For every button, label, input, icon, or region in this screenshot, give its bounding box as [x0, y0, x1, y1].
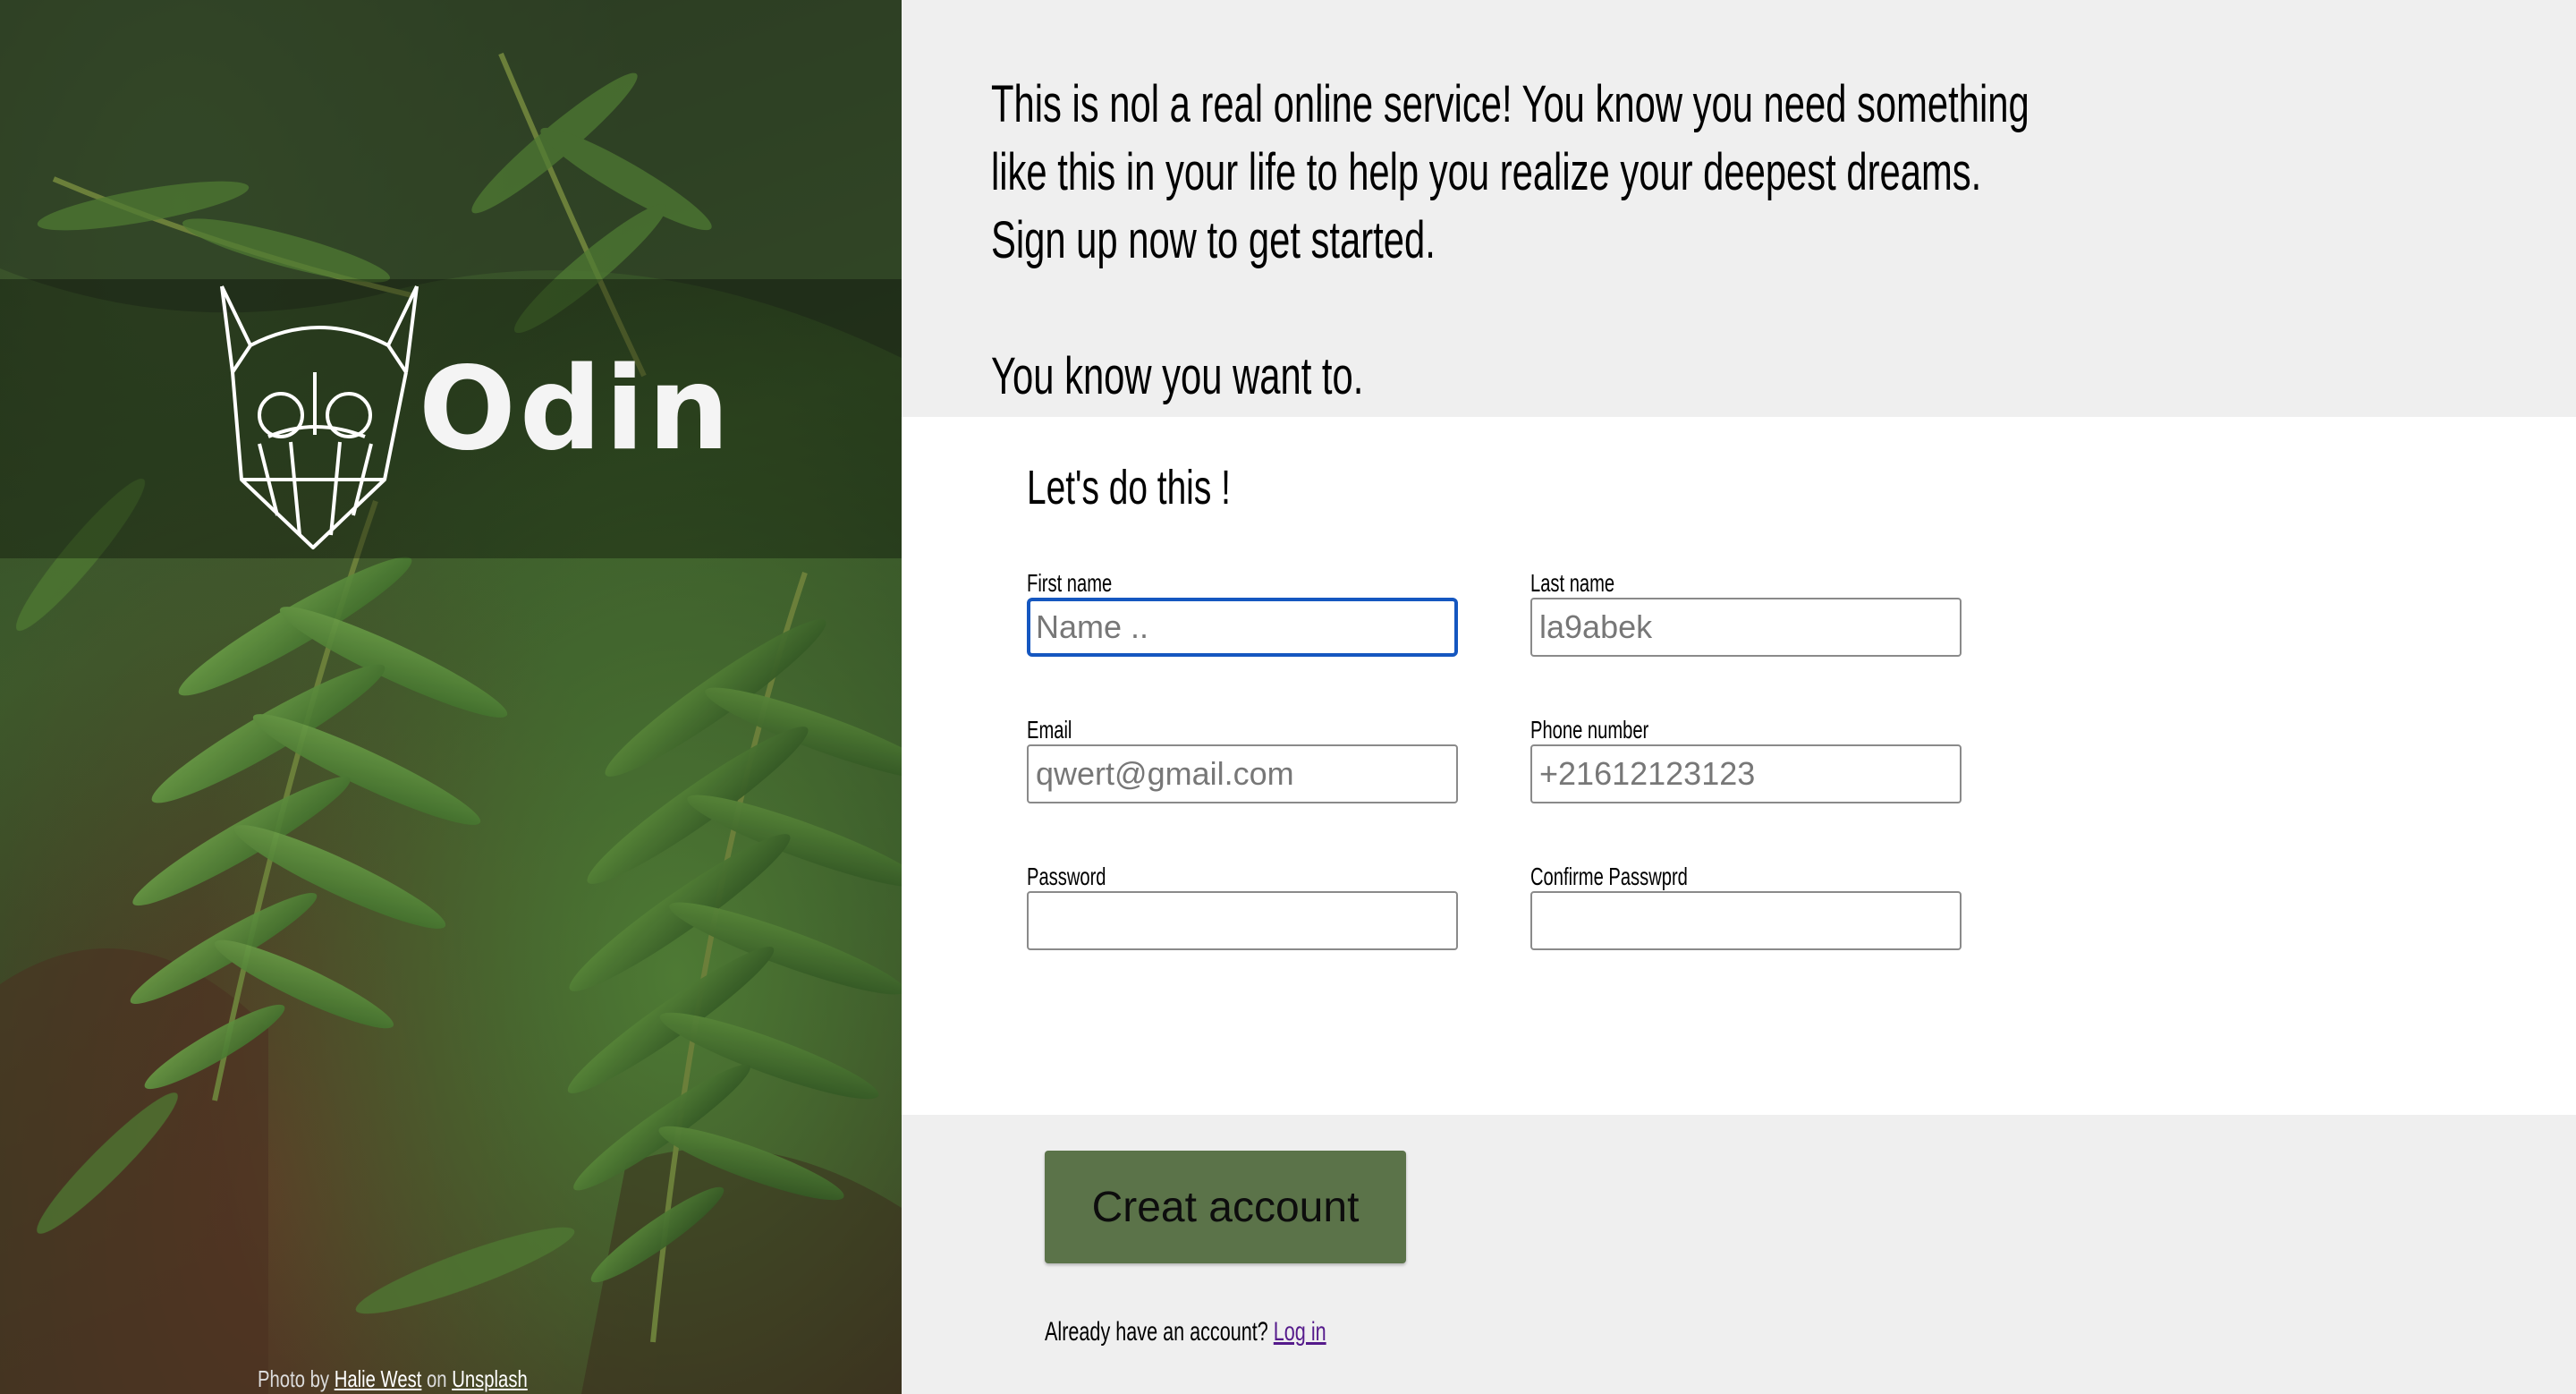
intro-line-2: like this in your life to help you reali…	[991, 147, 2367, 199]
login-link[interactable]: Log in	[1274, 1317, 1326, 1347]
action-area: Creat account Already have an account? L…	[902, 1115, 2576, 1394]
intro-line-4: You know you want to.	[991, 351, 1508, 403]
password-label-text: Password	[1027, 863, 1106, 890]
first-name-input[interactable]	[1027, 598, 1458, 657]
photo-credit-prefix: Photo by	[258, 1365, 335, 1392]
email-label: Email	[1027, 718, 1089, 743]
last-name-input[interactable]	[1530, 598, 1962, 657]
form-title-text: Let's do this !	[1027, 461, 1231, 514]
first-name-label-text: First name	[1027, 569, 1113, 597]
intro-text-2: like this in your life to help you reali…	[991, 143, 1982, 201]
intro-text-3: Sign up now to get started.	[991, 211, 1436, 269]
photo-credit-middle: on	[421, 1365, 453, 1392]
intro-text-1: This is nol a real online service! You k…	[991, 75, 2029, 133]
photo-credit: Photo by Halie West on Unsplash	[258, 1365, 528, 1393]
login-prompt-wrap: Already have an account? Log in	[1045, 1317, 1326, 1347]
phone-input[interactable]	[1530, 744, 1962, 803]
phone-label: Phone number	[1530, 718, 1695, 743]
password-label: Password	[1027, 864, 1137, 889]
unsplash-link[interactable]: Unsplash	[452, 1365, 528, 1392]
intro-line-3: Sign up now to get started.	[991, 215, 1608, 267]
last-name-label-text: Last name	[1530, 569, 1615, 597]
email-label-text: Email	[1027, 716, 1072, 744]
signup-form: Let's do this ! First name Last name Ema…	[902, 417, 2576, 1115]
last-name-label: Last name	[1530, 571, 1648, 596]
brand-name: Odin	[419, 343, 733, 476]
photo-author-link[interactable]: Halie West	[335, 1365, 422, 1392]
email-input[interactable]	[1027, 744, 1458, 803]
sidebar-photo-panel: Odin Photo by Halie West on Unsplash	[0, 0, 902, 1394]
password-input[interactable]	[1027, 891, 1458, 950]
login-prompt-text: Already have an account?	[1045, 1317, 1274, 1347]
confirm-password-label-text: Confirme Passwprd	[1530, 863, 1688, 890]
login-prompt: Already have an account? Log in	[1045, 1317, 1436, 1347]
fern-background-image	[0, 0, 902, 1394]
intro-text-4: You know you want to.	[991, 347, 1364, 405]
viking-helmet-icon	[220, 285, 419, 549]
phone-label-text: Phone number	[1530, 716, 1649, 744]
confirm-password-input[interactable]	[1530, 891, 1962, 950]
intro-line-1: This is nol a real online service! You k…	[991, 79, 2433, 131]
intro-section: This is nol a real online service! You k…	[902, 0, 2576, 417]
confirm-password-label: Confirme Passwprd	[1530, 864, 1749, 889]
create-account-button[interactable]: Creat account	[1045, 1151, 1406, 1263]
first-name-label: First name	[1027, 571, 1145, 596]
form-title: Let's do this !	[1027, 463, 1310, 512]
